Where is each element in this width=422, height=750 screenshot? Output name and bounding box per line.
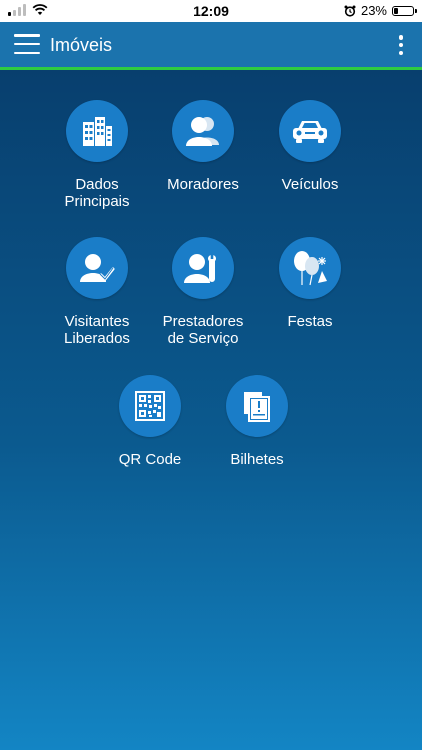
people-icon <box>172 100 234 162</box>
qr-code-icon <box>119 375 181 437</box>
battery-percent: 23% <box>360 3 387 18</box>
tile-label: Visitantes Liberados <box>64 313 130 347</box>
tile-qr-code[interactable]: QR Code <box>95 375 205 468</box>
status-right: 23% <box>344 3 417 18</box>
visitor-check-icon <box>66 237 128 299</box>
more-vert-icon[interactable] <box>398 35 404 55</box>
buildings-icon <box>66 100 128 162</box>
tile-label: Veículos <box>281 176 339 193</box>
car-icon <box>279 100 341 162</box>
tile-festas[interactable]: Festas <box>255 237 365 330</box>
battery-icon <box>392 5 417 16</box>
status-bar: 12:09 23% <box>0 0 422 22</box>
tile-label: Bilhetes <box>230 451 284 468</box>
tile-label: Dados Principais <box>64 176 130 210</box>
tile-label: Festas <box>287 313 333 330</box>
hamburger-icon[interactable] <box>14 34 40 54</box>
tile-label: QR Code <box>118 451 182 468</box>
notes-icon <box>226 375 288 437</box>
tile-dados-principais[interactable]: Dados Principais <box>42 100 152 210</box>
alarm-icon <box>344 5 356 17</box>
tile-prestadores-de-servico[interactable]: Prestadores de Serviço <box>148 237 258 347</box>
tile-veiculos[interactable]: Veículos <box>255 100 365 193</box>
tile-bilhetes[interactable]: Bilhetes <box>202 375 312 468</box>
tile-label: Moradores <box>167 176 239 193</box>
main-content: Dados Principais Moradores Veículos Visi… <box>0 70 422 750</box>
tile-label: Prestadores de Serviço <box>162 313 244 347</box>
balloons-icon <box>279 237 341 299</box>
tile-visitantes-liberados[interactable]: Visitantes Liberados <box>42 237 152 347</box>
service-provider-icon <box>172 237 234 299</box>
app-bar: Imóveis <box>0 22 422 70</box>
page-title: Imóveis <box>50 35 113 55</box>
tile-moradores[interactable]: Moradores <box>148 100 258 193</box>
